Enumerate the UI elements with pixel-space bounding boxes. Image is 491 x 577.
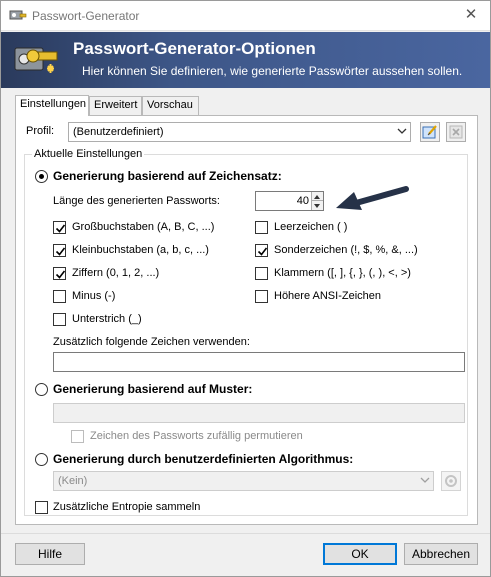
tab-label: Einstellungen bbox=[20, 98, 87, 110]
underscore-checkbox[interactable] bbox=[53, 313, 66, 326]
lowercase-label: Kleinbuchstaben (a, b, c, ...) bbox=[72, 244, 209, 256]
length-stepper[interactable]: 40 bbox=[255, 191, 324, 211]
chevron-down-icon bbox=[420, 477, 430, 483]
algorithm-dropdown[interactable]: (Kein) bbox=[53, 471, 434, 491]
minus-label: Minus (-) bbox=[72, 290, 116, 302]
lowercase-checkbox[interactable] bbox=[53, 244, 66, 257]
delete-icon bbox=[449, 125, 463, 139]
chevron-down-icon bbox=[397, 128, 407, 134]
underscore-label: Unterstrich (_) bbox=[72, 313, 142, 325]
tab-erweitert[interactable]: Erweitert bbox=[89, 96, 142, 115]
banner-title: Passwort-Generator-Optionen bbox=[73, 39, 316, 58]
password-generator-window: Passwort-Generator ✕ Passwort-Generator-… bbox=[0, 0, 491, 577]
ok-button[interactable]: OK bbox=[323, 543, 397, 565]
banner-subtitle: Hier können Sie definieren, wie generier… bbox=[82, 64, 463, 78]
check-icon bbox=[257, 247, 268, 256]
custom-mode-radio[interactable] bbox=[35, 453, 48, 466]
profile-dropdown[interactable]: (Benutzerdefiniert) bbox=[68, 122, 411, 142]
cancel-button[interactable]: Abbrechen bbox=[404, 543, 478, 565]
check-icon bbox=[55, 224, 66, 233]
length-value: 40 bbox=[296, 195, 309, 207]
uppercase-checkbox[interactable] bbox=[53, 221, 66, 234]
password-generator-icon bbox=[13, 38, 61, 82]
profile-value: (Benutzerdefiniert) bbox=[73, 126, 164, 138]
space-label: Leerzeichen ( ) bbox=[274, 221, 348, 233]
high-ansi-label: Höhere ANSI-Zeichen bbox=[274, 290, 381, 302]
group-title: Aktuelle Einstellungen bbox=[32, 148, 145, 160]
header-banner: Passwort-Generator-Optionen Hier können … bbox=[1, 32, 490, 88]
algorithm-settings-button[interactable] bbox=[441, 471, 461, 491]
settings-panel: Profil: (Benutzerdefiniert) Aktuelle Ein… bbox=[15, 115, 478, 525]
entropy-checkbox[interactable] bbox=[35, 501, 48, 514]
space-checkbox[interactable] bbox=[255, 221, 268, 234]
algorithm-value: (Kein) bbox=[58, 475, 88, 487]
close-icon[interactable]: ✕ bbox=[460, 5, 482, 25]
key-app-icon bbox=[9, 8, 27, 24]
gear-icon bbox=[445, 475, 457, 487]
brackets-label: Klammern ([, ], {, }, (, ), <, >) bbox=[274, 267, 411, 279]
digits-checkbox[interactable] bbox=[53, 267, 66, 280]
cancel-button-label: Abbrechen bbox=[411, 547, 471, 561]
minus-checkbox[interactable] bbox=[53, 290, 66, 303]
increment-button[interactable] bbox=[311, 192, 323, 201]
permute-checkbox[interactable] bbox=[71, 430, 84, 443]
permute-label: Zeichen des Passworts zufällig permutier… bbox=[90, 430, 303, 442]
pattern-input[interactable] bbox=[53, 403, 465, 423]
entropy-label: Zusätzliche Entropie sammeln bbox=[53, 501, 201, 513]
current-settings-group: Aktuelle Einstellungen Generierung basie… bbox=[24, 148, 468, 516]
uppercase-label: Großbuchstaben (A, B, C, ...) bbox=[72, 221, 215, 233]
delete-profile-button[interactable] bbox=[446, 122, 466, 142]
arrow-up-icon bbox=[314, 195, 320, 199]
save-profile-button[interactable] bbox=[420, 122, 440, 142]
save-profile-icon bbox=[422, 125, 437, 139]
length-label: Länge des generierten Passworts: bbox=[53, 195, 220, 207]
check-icon bbox=[55, 270, 66, 279]
pattern-mode-label: Generierung basierend auf Muster: bbox=[53, 382, 253, 396]
additional-chars-input[interactable] bbox=[53, 352, 465, 372]
high-ansi-checkbox[interactable] bbox=[255, 290, 268, 303]
special-label: Sonderzeichen (!, $, %, &, ...) bbox=[274, 244, 418, 256]
special-checkbox[interactable] bbox=[255, 244, 268, 257]
decrement-button[interactable] bbox=[311, 201, 323, 210]
help-button[interactable]: Hilfe bbox=[15, 543, 85, 565]
custom-mode-label: Generierung durch benutzerdefinierten Al… bbox=[53, 452, 354, 466]
title-bar: Passwort-Generator ✕ bbox=[1, 1, 490, 31]
tab-label: Vorschau bbox=[147, 99, 193, 111]
ok-button-label: OK bbox=[351, 547, 369, 561]
brackets-checkbox[interactable] bbox=[255, 267, 268, 280]
tab-vorschau[interactable]: Vorschau bbox=[142, 96, 199, 115]
pattern-mode-radio[interactable] bbox=[35, 383, 48, 396]
help-button-label: Hilfe bbox=[37, 547, 62, 561]
profile-label: Profil: bbox=[26, 125, 55, 137]
footer-separator bbox=[1, 533, 490, 534]
charset-mode-radio[interactable] bbox=[35, 170, 48, 183]
window-title: Passwort-Generator bbox=[32, 9, 140, 23]
annotation-arrow-icon bbox=[330, 181, 410, 217]
tab-einstellungen[interactable]: Einstellungen bbox=[15, 95, 89, 116]
additional-chars-label: Zusätzlich folgende Zeichen verwenden: bbox=[53, 336, 250, 348]
check-icon bbox=[55, 247, 66, 256]
tab-label: Erweitert bbox=[94, 99, 138, 111]
digits-label: Ziffern (0, 1, 2, ...) bbox=[72, 267, 160, 279]
arrow-down-icon bbox=[314, 204, 320, 208]
charset-mode-label: Generierung basierend auf Zeichensatz: bbox=[53, 169, 282, 183]
